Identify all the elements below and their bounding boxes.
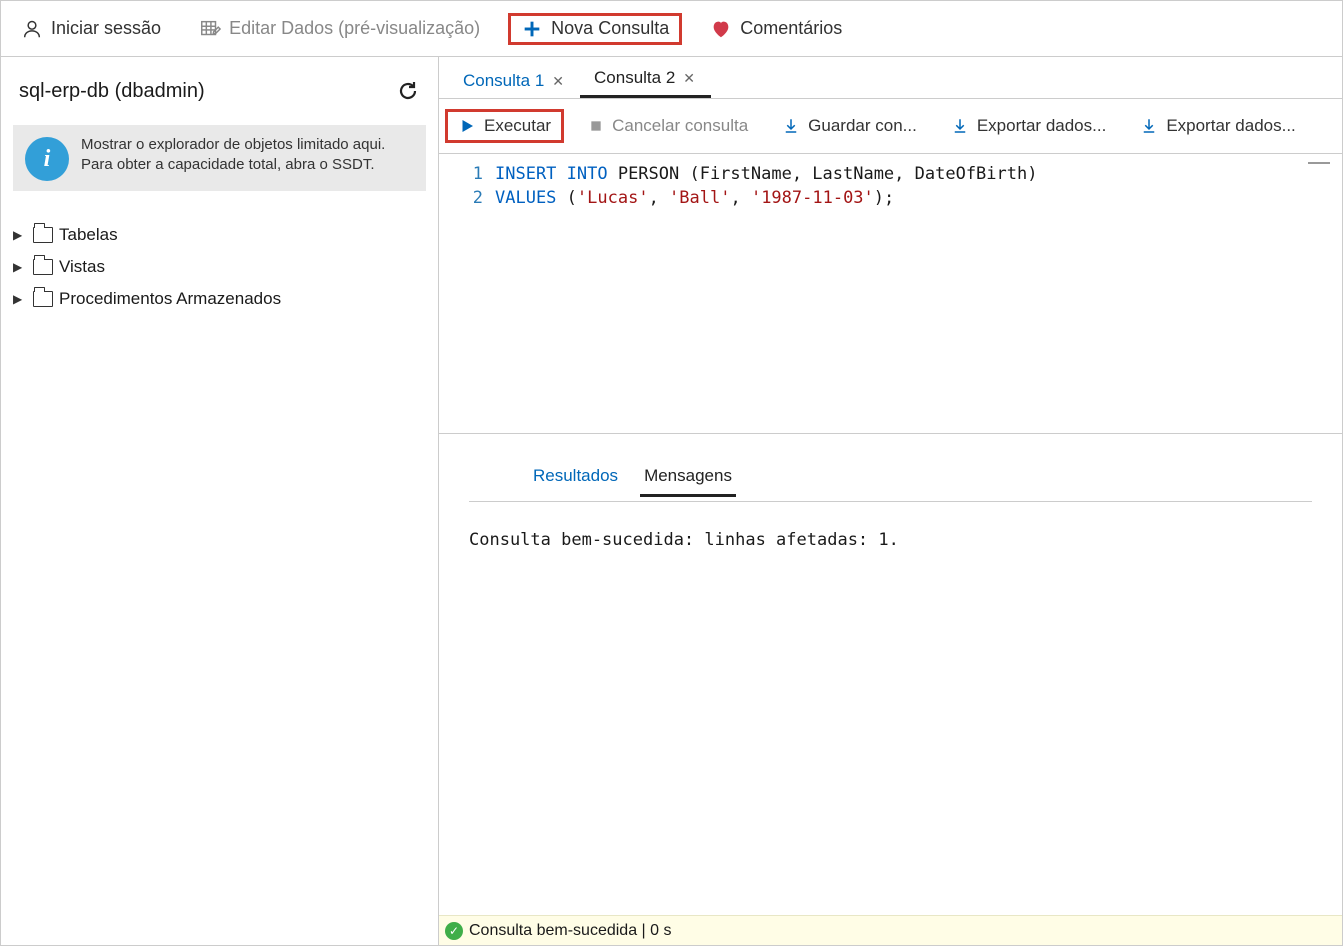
chevron-right-icon: ▶ — [13, 228, 27, 242]
tab-query-1[interactable]: Consulta 1 ✕ — [449, 63, 580, 98]
comments-button[interactable]: Comentários — [700, 14, 852, 44]
sidebar: sql-erp-db (dbadmin) i Mostrar o explora… — [1, 57, 439, 945]
export-data-button-2[interactable]: Exportar dados... — [1130, 112, 1305, 140]
results-section: Resultados Mensagens Consulta bem-sucedi… — [439, 434, 1342, 945]
main-area: sql-erp-db (dbadmin) i Mostrar o explora… — [1, 57, 1342, 945]
tab-messages[interactable]: Mensagens — [640, 460, 736, 497]
tree-label-tables: Tabelas — [59, 225, 118, 245]
query-tabs: Consulta 1 ✕ Consulta 2 ✕ — [439, 57, 1342, 99]
tree-item-tables[interactable]: ▶ Tabelas — [11, 219, 428, 251]
chevron-right-icon: ▶ — [13, 260, 27, 274]
refresh-icon[interactable] — [396, 79, 420, 103]
code-line-2: VALUES ('Lucas', 'Ball', '1987-11-03'); — [495, 186, 1037, 210]
signin-button[interactable]: Iniciar sessão — [11, 14, 171, 44]
folder-icon — [33, 259, 53, 275]
tree-label-sprocs: Procedimentos Armazenados — [59, 289, 281, 309]
sql-editor[interactable]: 1 2 INSERT INTO PERSON (FirstName, LastN… — [439, 154, 1342, 434]
comments-label: Comentários — [740, 18, 842, 39]
heart-icon — [710, 18, 732, 40]
save-as-button[interactable]: Guardar con... — [772, 112, 927, 140]
minimap-indicator — [1308, 162, 1330, 164]
download-icon — [951, 117, 969, 135]
editdata-button[interactable]: Editar Dados (pré-visualização) — [189, 14, 490, 44]
plus-icon — [521, 18, 543, 40]
result-tabs: Resultados Mensagens — [499, 434, 766, 501]
tab-query-2[interactable]: Consulta 2 ✕ — [580, 60, 711, 98]
info-text: Mostrar o explorador de objetos limitado… — [81, 135, 414, 181]
line-number: 1 — [439, 162, 483, 186]
sidebar-header: sql-erp-db (dbadmin) — [1, 57, 438, 113]
editor-results-split: 1 2 INSERT INTO PERSON (FirstName, LastN… — [439, 154, 1342, 945]
export1-label: Exportar dados... — [977, 116, 1106, 136]
download-icon — [782, 117, 800, 135]
cancel-query-button[interactable]: Cancelar consulta — [578, 112, 758, 140]
stop-icon — [588, 118, 604, 134]
info-box: i Mostrar o explorador de objetos limita… — [13, 125, 426, 191]
query-toolbar: Executar Cancelar consulta Guardar con..… — [439, 99, 1342, 154]
table-edit-icon — [199, 18, 221, 40]
messages-body: Consulta bem-sucedida: linhas afetadas: … — [439, 502, 1342, 915]
newquery-button[interactable]: Nova Consulta — [508, 13, 682, 45]
topbar: Iniciar sessão Editar Dados (pré-visuali… — [1, 1, 1342, 57]
folder-icon — [33, 227, 53, 243]
tab-label: Consulta 1 — [463, 71, 544, 91]
user-icon — [21, 18, 43, 40]
tree-item-views[interactable]: ▶ Vistas — [11, 251, 428, 283]
object-tree: ▶ Tabelas ▶ Vistas ▶ Procedimentos Armaz… — [1, 199, 438, 335]
close-icon[interactable]: ✕ — [550, 73, 566, 90]
execute-label: Executar — [484, 116, 551, 136]
connection-title: sql-erp-db (dbadmin) — [19, 80, 205, 103]
tab-label: Consulta 2 — [594, 68, 675, 88]
export-data-button-1[interactable]: Exportar dados... — [941, 112, 1116, 140]
play-icon — [458, 117, 476, 135]
export2-label: Exportar dados... — [1166, 116, 1295, 136]
result-message: Consulta bem-sucedida: linhas afetadas: … — [469, 530, 899, 550]
status-text: Consulta bem-sucedida | 0 s — [469, 922, 671, 940]
tab-results[interactable]: Resultados — [529, 460, 622, 497]
info-icon: i — [25, 137, 69, 181]
editdata-label: Editar Dados (pré-visualização) — [229, 18, 480, 39]
saveas-label: Guardar con... — [808, 116, 917, 136]
tree-label-views: Vistas — [59, 257, 105, 277]
folder-icon — [33, 291, 53, 307]
execute-button[interactable]: Executar — [445, 109, 564, 143]
line-gutter: 1 2 — [439, 154, 495, 433]
code-area[interactable]: INSERT INTO PERSON (FirstName, LastName,… — [495, 154, 1037, 433]
result-tabs-wrap: Resultados Mensagens — [469, 434, 1312, 502]
chevron-right-icon: ▶ — [13, 292, 27, 306]
tree-item-sprocs[interactable]: ▶ Procedimentos Armazenados — [11, 283, 428, 315]
cancel-label: Cancelar consulta — [612, 116, 748, 136]
content-area: Consulta 1 ✕ Consulta 2 ✕ Executar — [439, 57, 1342, 945]
line-number: 2 — [439, 186, 483, 210]
close-icon[interactable]: ✕ — [681, 70, 697, 87]
signin-label: Iniciar sessão — [51, 18, 161, 39]
check-icon: ✓ — [445, 922, 463, 940]
newquery-label: Nova Consulta — [551, 18, 669, 39]
app-root: Iniciar sessão Editar Dados (pré-visuali… — [0, 0, 1343, 946]
code-line-1: INSERT INTO PERSON (FirstName, LastName,… — [495, 162, 1037, 186]
status-bar: ✓ Consulta bem-sucedida | 0 s — [439, 915, 1342, 945]
download-icon — [1140, 117, 1158, 135]
